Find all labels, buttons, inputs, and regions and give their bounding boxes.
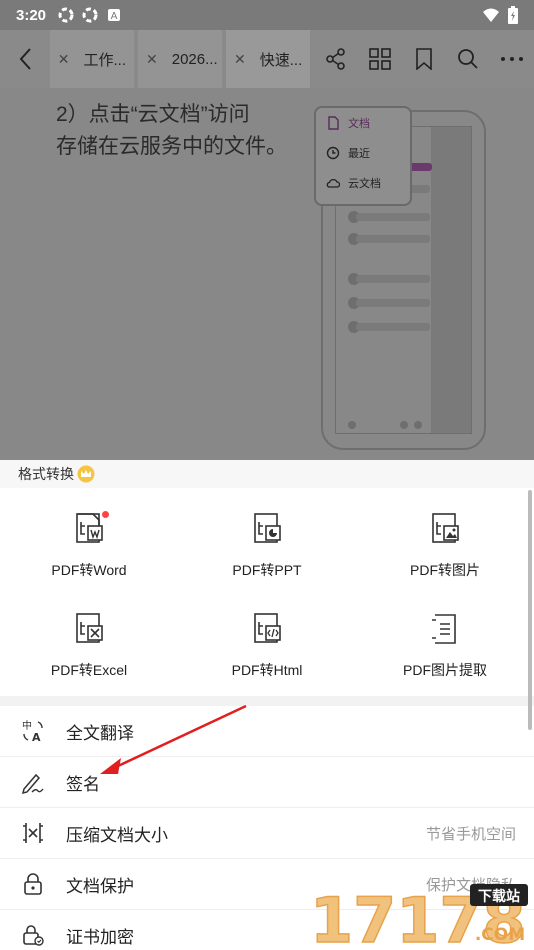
annotation-arrow: [100, 704, 247, 774]
site-watermark-logo: 17178 下载站 .COM: [309, 883, 528, 948]
svg-text:下载站: 下载站: [478, 888, 520, 905]
svg-text:.COM: .COM: [475, 925, 525, 945]
